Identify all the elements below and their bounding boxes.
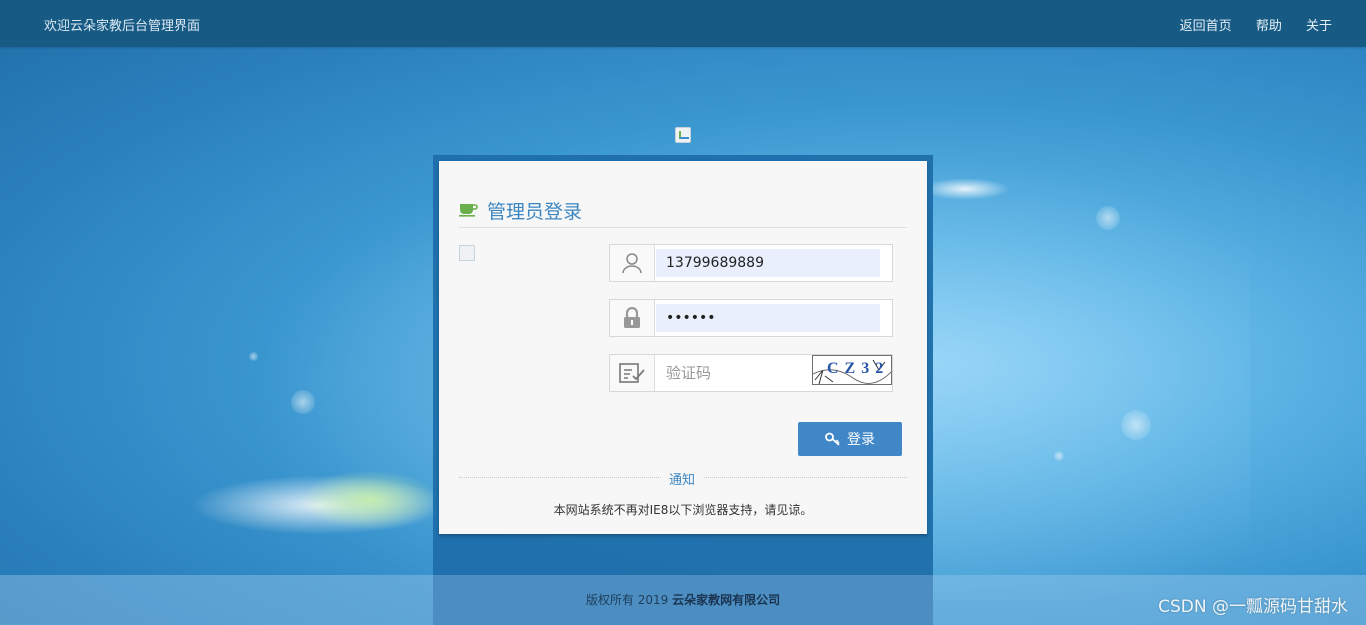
copyright-prefix: 版权所有 2019 [585, 593, 669, 607]
background-bubble [1054, 451, 1064, 461]
captcha-text: CZ32 [827, 360, 889, 377]
background-bubble [1096, 206, 1120, 230]
background-cloud [920, 178, 1010, 200]
captcha-input[interactable] [656, 359, 814, 387]
copyright-company: 云朵家教网有限公司 [672, 593, 781, 607]
lock-icon [610, 300, 655, 336]
login-button-label: 登录 [847, 432, 875, 448]
broken-image-icon [459, 245, 475, 261]
top-nav: 返回首页 帮助 关于 [1160, 15, 1332, 34]
background-cloud [190, 475, 450, 535]
username-input[interactable] [656, 249, 880, 277]
background-bubble [291, 390, 315, 414]
key-icon [825, 432, 840, 446]
top-bar: 欢迎云朵家教后台管理界面 返回首页 帮助 关于 [0, 0, 1366, 47]
login-title: 管理员登录 [487, 201, 583, 223]
background-bubble [249, 352, 258, 361]
notice-text: 本网站系统不再对IE8以下浏览器支持，请见谅。 [553, 503, 813, 517]
login-header: 管理员登录 [459, 197, 907, 228]
captcha-field: CZ32 [609, 354, 893, 392]
copyright: 版权所有 2019 云朵家教网有限公司 [433, 575, 933, 625]
captcha-image[interactable]: CZ32 [812, 355, 892, 385]
nav-about-link[interactable]: 关于 [1306, 19, 1332, 34]
welcome-text: 欢迎云朵家教后台管理界面 [44, 19, 201, 34]
notice-label: 通知 [661, 469, 704, 488]
csdn-watermark: CSDN @一瓢源码甘甜水 [1158, 597, 1348, 617]
verify-icon [610, 355, 655, 391]
nav-home-link[interactable]: 返回首页 [1180, 19, 1232, 34]
login-button[interactable]: 登录 [798, 422, 902, 456]
password-input[interactable] [656, 304, 880, 332]
coffee-cup-icon [459, 204, 478, 217]
login-panel: 管理员登录 13799689889 •••••• 验证码 CZ32 登录 通知 … [439, 161, 927, 534]
background-bubble [1121, 410, 1151, 440]
user-icon [610, 245, 655, 281]
broken-image-icon [675, 127, 691, 143]
background-cloud [300, 470, 440, 530]
password-field [609, 299, 893, 337]
nav-help-link[interactable]: 帮助 [1256, 19, 1282, 34]
username-field [609, 244, 893, 282]
